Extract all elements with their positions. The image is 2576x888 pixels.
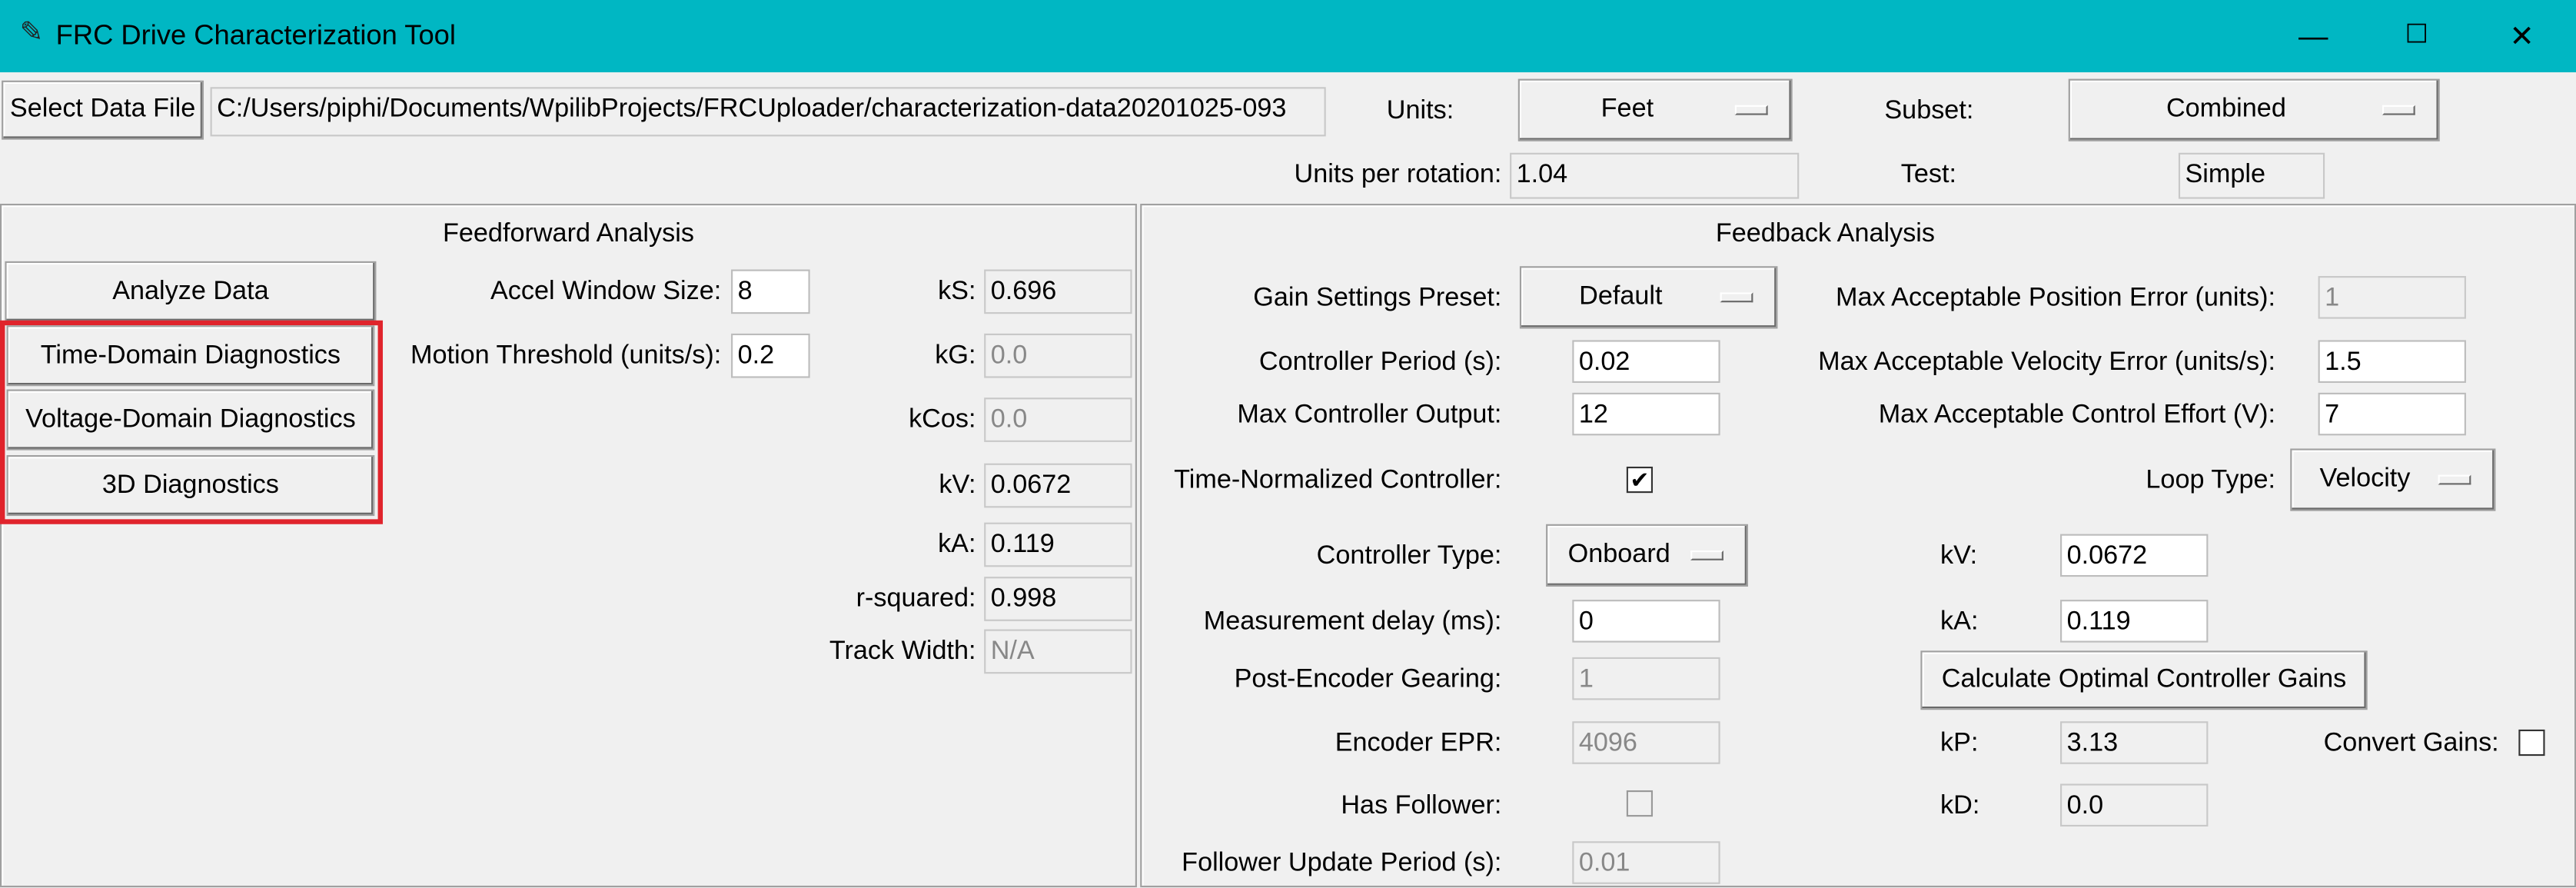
dropdown-indicator-icon [2382,105,2415,115]
max-control-effort-field[interactable]: 7 [2318,392,2466,436]
loop-type-value: Velocity [2319,464,2411,494]
file-path-field[interactable]: C:/Users/piphi/Documents/WpilibProjects/… [210,87,1326,137]
minimize-icon[interactable]: — [2288,13,2338,59]
feedback-ka-field[interactable]: 0.119 [2060,600,2209,643]
ks-label: kS: [938,278,976,306]
units-value: Feet [1600,95,1654,124]
measurement-delay-field[interactable]: 0 [1572,600,1720,643]
motion-threshold-label: Motion Threshold (units/s): [410,341,722,370]
measurement-delay-label: Measurement delay (ms): [1203,607,1502,637]
post-encoder-gearing-label: Post-Encoder Gearing: [1234,665,1502,693]
voltage-domain-diagnostics-button[interactable]: Voltage-Domain Diagnostics [6,389,375,451]
gain-preset-dropdown[interactable]: Default [1519,266,1778,329]
time-normalized-label: Time-Normalized Controller: [1174,466,1502,495]
dropdown-indicator-icon [2438,474,2471,485]
calculate-gains-button[interactable]: Calculate Optimal Controller Gains [1920,650,2368,710]
3d-diagnostics-button[interactable]: 3D Diagnostics [6,455,375,517]
kp-field[interactable]: 3.13 [2060,721,2209,764]
kg-field[interactable]: 0.0 [984,333,1132,378]
subset-dropdown[interactable]: Combined [2068,78,2440,141]
kv-field[interactable]: 0.0672 [984,463,1132,508]
feedback-ka-label: kA: [1940,607,1979,637]
encoder-epr-label: Encoder EPR: [1335,729,1502,758]
kcos-field[interactable]: 0.0 [984,397,1132,442]
kcos-label: kCos: [909,405,976,434]
ka-field[interactable]: 0.119 [984,522,1132,567]
kp-label: kP: [1940,729,1979,758]
convert-gains-checkbox[interactable] [2518,729,2545,757]
r-squared-field[interactable]: 0.998 [984,577,1132,621]
max-velocity-error-field[interactable]: 1.5 [2318,340,2466,383]
feedback-title: Feedback Analysis [1715,220,1935,248]
dropdown-indicator-icon [1734,105,1768,115]
units-label: Units: [1386,97,1454,125]
ks-field[interactable]: 0.696 [984,269,1132,314]
max-control-effort-label: Max Acceptable Control Effort (V): [1878,401,2276,429]
close-icon[interactable]: ✕ [2498,13,2547,59]
gain-preset-value: Default [1579,282,1663,311]
follower-update-period-label: Follower Update Period (s): [1182,849,1502,878]
track-width-field[interactable]: N/A [984,629,1132,674]
controller-type-dropdown[interactable]: Onboard [1546,524,1748,587]
maximize-icon[interactable]: ☐ [2392,13,2441,59]
window-title: FRC Drive Characterization Tool [55,19,456,52]
max-position-error-label: Max Acceptable Position Error (units): [1835,284,2276,313]
dropdown-indicator-icon [1720,292,1753,303]
subset-label: Subset: [1884,97,1974,125]
feedback-kv-field[interactable]: 0.0672 [2060,534,2209,577]
controller-type-value: Onboard [1567,540,1670,569]
gain-preset-label: Gain Settings Preset: [1253,284,1502,313]
feedforward-title: Feedforward Analysis [443,220,694,248]
controller-type-label: Controller Type: [1316,542,1502,570]
feedback-kv-label: kV: [1940,542,1978,570]
max-velocity-error-label: Max Acceptable Velocity Error (units/s): [1818,348,2276,377]
loop-type-dropdown[interactable]: Velocity [2290,448,2496,511]
kd-label: kD: [1940,792,1980,820]
units-dropdown[interactable]: Feet [1517,78,1793,141]
convert-gains-label: Convert Gains: [2323,729,2499,758]
kg-label: kG: [935,341,976,370]
controller-period-field[interactable]: 0.02 [1572,340,1720,383]
r-squared-label: r-squared: [856,584,976,614]
max-controller-output-field[interactable]: 12 [1572,392,1720,436]
subset-value: Combined [2166,95,2286,124]
encoder-epr-field[interactable]: 4096 [1572,721,1720,764]
feather-icon: ✎ [19,16,44,48]
test-label: Test: [1900,161,1956,189]
analyze-data-button[interactable]: Analyze Data [5,261,377,322]
time-domain-diagnostics-button[interactable]: Time-Domain Diagnostics [6,325,375,387]
follower-update-period-field[interactable]: 0.01 [1572,841,1720,884]
track-width-label: Track Width: [829,637,976,666]
time-normalized-checkbox[interactable]: ✔ [1626,466,1654,494]
post-encoder-gearing-field[interactable]: 1 [1572,657,1720,700]
ka-label: kA: [938,530,976,559]
kd-field[interactable]: 0.0 [2060,783,2209,827]
dropdown-indicator-icon [1690,550,1723,560]
kv-label: kV: [939,471,976,500]
select-data-file-button[interactable]: Select Data File [2,80,204,140]
test-field[interactable]: Simple [2178,152,2325,199]
units-per-rotation-label: Units per rotation: [1294,161,1502,189]
has-follower-label: Has Follower: [1341,792,1502,820]
controller-period-label: Controller Period (s): [1258,348,1502,377]
units-per-rotation-field[interactable]: 1.04 [1510,152,1800,199]
max-position-error-field[interactable]: 1 [2318,276,2466,319]
max-controller-output-label: Max Controller Output: [1237,401,1502,429]
accel-window-label: Accel Window Size: [490,278,722,306]
loop-type-label: Loop Type: [2146,466,2276,495]
has-follower-checkbox[interactable] [1626,790,1654,817]
